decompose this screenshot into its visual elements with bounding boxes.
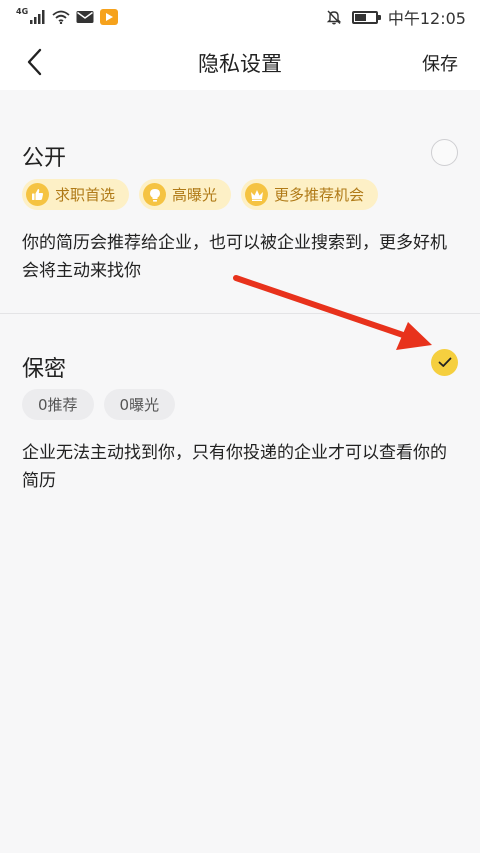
tag-zero-recommend: 0推荐 [22,389,94,420]
signal-icon [30,10,45,24]
option-private-title: 保密 [22,357,67,382]
public-radio[interactable] [431,139,458,166]
public-tags: 求职首选 高曝光 更多推荐机会 [22,179,379,210]
mail-icon [76,11,94,23]
status-icons-left: 4G [16,6,119,27]
option-public-description: 你的简历会推荐给企业，也可以被企业搜索到，更多好机会将主动来找你 [22,233,447,281]
thumbs-up-icon [26,183,49,206]
nav-bar: 隐私设置 保存 [0,34,480,90]
bell-muted-icon [326,10,342,25]
option-private[interactable]: 保密 0推荐 0曝光 企业无法主动找到你，只有你投递的企业才可以查看你的简历 [0,315,480,515]
option-private-description: 企业无法主动找到你，只有你投递的企业才可以查看你的简历 [22,443,447,491]
page-title: 隐私设置 [198,52,282,76]
tag-job-first: 求职首选 [22,179,130,210]
option-public-title: 公开 [22,146,67,171]
tag-zero-exposure: 0曝光 [103,389,176,420]
status-time: 中午12:05 [387,9,466,28]
tag-label: 更多推荐机会 [274,186,365,204]
wifi-icon [52,10,70,24]
status-bar: 4G 中午12:05 [0,0,480,34]
private-tags: 0推荐 0曝光 [22,389,176,420]
private-radio[interactable] [431,349,458,376]
lightbulb-icon [143,183,167,206]
checkmark-icon [438,357,451,367]
option-public[interactable]: 公开 求职首选 高曝光 更多推荐机会 你的简历会推荐给企业，也可以被企业搜索到，… [0,90,480,314]
crown-icon [245,183,269,206]
tag-high-exposure: 高曝光 [139,179,232,210]
battery-icon [351,10,381,24]
video-app-icon [100,9,119,25]
save-button[interactable]: 保存 [422,50,458,76]
network-type: 4G [16,6,29,16]
tag-label: 高曝光 [172,186,218,204]
tag-label: 求职首选 [55,186,116,204]
tag-more-recommendations: 更多推荐机会 [241,179,379,210]
status-icons-right: 中午12:05 [326,5,466,29]
